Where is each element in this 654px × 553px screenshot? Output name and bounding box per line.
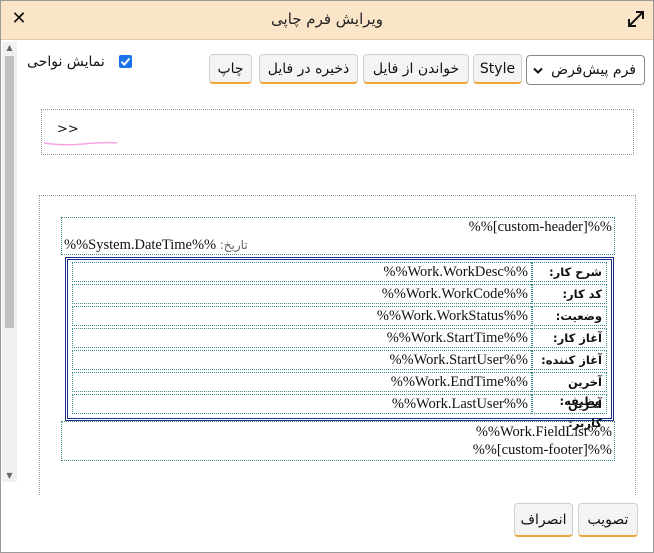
print-button[interactable]: چاپ bbox=[209, 54, 252, 84]
save-to-file-button[interactable]: ذخیره در فایل bbox=[259, 54, 358, 84]
custom-footer-placeholder: %%[custom-footer]%% bbox=[472, 442, 612, 458]
table-cell-label: آغاز کار: bbox=[531, 328, 607, 348]
table-row: %%Work.WorkStatus%% وضعیت: bbox=[72, 306, 607, 326]
table-cell-label: آخرین کاربر: bbox=[531, 394, 607, 430]
table-cell-label: شرح کار: bbox=[531, 262, 607, 282]
table-cell-label: کد کار: bbox=[531, 284, 607, 304]
table-cell-value: %%Work.StartUser%% bbox=[72, 350, 533, 370]
cancel-button[interactable]: انصراف bbox=[514, 503, 573, 537]
breadcrumb-underline bbox=[43, 141, 118, 146]
date-value: %%System.DateTime%% bbox=[64, 237, 217, 253]
table-cell-value: %%Work.LastUser%% bbox=[72, 394, 533, 414]
table-cell-value: %%Work.StartTime%% bbox=[72, 328, 533, 348]
table-cell-label: آغاز کننده: bbox=[531, 350, 607, 370]
dialog-titlebar: ✕ ویرایش فرم چاپی bbox=[1, 1, 653, 40]
custom-header-placeholder: %%[custom-header]%% bbox=[468, 219, 612, 235]
table-cell-value: %%Work.EndTime%% bbox=[72, 372, 533, 392]
style-button[interactable]: Style bbox=[473, 54, 522, 84]
breadcrumb-root-link[interactable]: >> bbox=[57, 122, 79, 137]
table-row: %%Work.WorkDesc%% شرح کار: bbox=[72, 262, 607, 282]
field-list-placeholder: %%Work.FieldList%% bbox=[475, 424, 612, 440]
print-form-editor-dialog: ✕ ویرایش فرم چاپی ▲ ▼ نمایش نواحی چاپ ذخ… bbox=[0, 0, 654, 553]
table-cell-label: وضعیت: bbox=[531, 306, 607, 326]
breadcrumb-panel: >> bbox=[41, 109, 634, 155]
scroll-up-arrow-icon[interactable]: ▲ bbox=[2, 42, 17, 54]
table-cell-value: %%Work.WorkDesc%% bbox=[72, 262, 533, 282]
table-row: %%Work.StartTime%% آغاز کار: bbox=[72, 328, 607, 348]
table-row: %%Work.StartUser%% آغاز کننده: bbox=[72, 350, 607, 370]
work-info-table[interactable]: %%Work.WorkDesc%% شرح کار: %%Work.WorkCo… bbox=[65, 257, 614, 430]
table-cell-label: آخرین وظیفه: bbox=[531, 372, 607, 408]
checkmark-icon bbox=[120, 57, 131, 66]
show-regions-checkbox[interactable] bbox=[119, 55, 132, 68]
scroll-down-arrow-icon[interactable]: ▼ bbox=[2, 470, 17, 482]
dialog-title: ویرایش فرم چاپی bbox=[271, 10, 383, 28]
header-region[interactable]: %%[custom-header]%% تاریخ: %%System.Date… bbox=[61, 217, 615, 255]
date-label: تاریخ: bbox=[219, 238, 248, 252]
footer-region[interactable]: %%Work.FieldList%% %%[custom-footer]%% bbox=[61, 421, 615, 461]
table-cell-value: %%Work.WorkStatus%% bbox=[72, 306, 533, 326]
date-line: تاریخ: %%System.DateTime%% bbox=[64, 237, 248, 254]
table-row: %%Work.EndTime%% آخرین وظیفه: bbox=[72, 372, 607, 408]
table-row: %%Work.LastUser%% آخرین کاربر: bbox=[72, 394, 607, 430]
table-row: %%Work.WorkCode%% کد کار: bbox=[72, 284, 607, 304]
template-select-value: فرم پیش‌فرض bbox=[551, 62, 636, 78]
show-regions-label: نمایش نواحی bbox=[27, 54, 105, 70]
vertical-scrollbar[interactable]: ▲ ▼ bbox=[2, 42, 17, 482]
expand-icon bbox=[628, 11, 644, 27]
load-from-file-button[interactable]: خواندن از فایل bbox=[363, 54, 469, 84]
scroll-thumb[interactable] bbox=[5, 56, 14, 328]
expand-button[interactable] bbox=[625, 8, 647, 30]
approve-button[interactable]: تصویب bbox=[578, 503, 638, 537]
table-cell-value: %%Work.WorkCode%% bbox=[72, 284, 533, 304]
chevron-down-icon bbox=[533, 67, 543, 74]
template-select[interactable]: فرم پیش‌فرض bbox=[526, 55, 645, 85]
